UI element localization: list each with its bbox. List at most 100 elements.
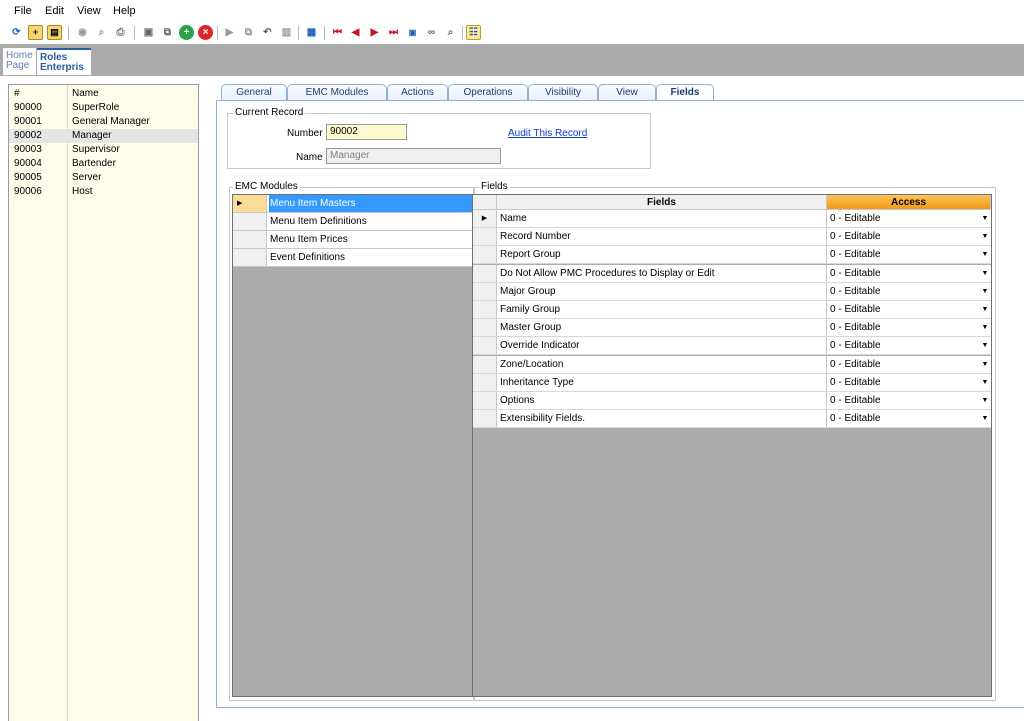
- row-header-cell[interactable]: [473, 246, 497, 264]
- delete-icon[interactable]: ×: [198, 25, 213, 40]
- print-icon[interactable]: ⎙: [113, 25, 128, 40]
- open-folder-icon[interactable]: ▤: [47, 25, 62, 40]
- field-row[interactable]: Extensibility Fields. 0 - Editable ▼: [473, 410, 991, 429]
- chevron-down-icon[interactable]: ▼: [979, 228, 991, 245]
- emc-module-row[interactable]: Menu Item Definitions: [233, 213, 472, 231]
- field-row[interactable]: ▶ Name 0 - Editable ▼: [473, 210, 991, 228]
- binoculars-icon[interactable]: ∞: [424, 25, 439, 40]
- copy-icon[interactable]: ⧉: [160, 25, 175, 40]
- export-icon[interactable]: ▦: [304, 25, 319, 40]
- last-record-icon[interactable]: ⏭: [386, 25, 401, 40]
- row-header-cell[interactable]: [473, 301, 497, 318]
- circle-icon[interactable]: ◉: [75, 25, 90, 40]
- fields-column-header[interactable]: Fields: [497, 195, 827, 210]
- row-header-cell[interactable]: ▶: [233, 195, 267, 212]
- access-select[interactable]: 0 - Editable: [830, 410, 978, 427]
- split-icon[interactable]: ▶: [222, 25, 237, 40]
- field-row[interactable]: Inheritance Type 0 - Editable ▼: [473, 373, 991, 392]
- access-select[interactable]: 0 - Editable: [830, 319, 978, 336]
- chevron-down-icon[interactable]: ▼: [979, 301, 991, 318]
- field-row[interactable]: Report Group 0 - Editable ▼: [473, 246, 991, 265]
- field-row[interactable]: Family Group 0 - Editable ▼: [473, 301, 991, 319]
- chevron-down-icon[interactable]: ▼: [979, 283, 991, 300]
- chevron-down-icon[interactable]: ▼: [979, 337, 991, 354]
- chevron-down-icon[interactable]: ▼: [979, 210, 991, 227]
- chevron-down-icon[interactable]: ▼: [979, 356, 991, 373]
- field-row[interactable]: Record Number 0 - Editable ▼: [473, 228, 991, 247]
- audit-record-link[interactable]: Audit This Record: [508, 128, 587, 139]
- emc-module-row[interactable]: ▶ Menu Item Masters: [233, 195, 472, 213]
- duplicate-icon[interactable]: ⧉: [241, 25, 256, 40]
- list-item[interactable]: 90004 Bartender: [9, 157, 198, 171]
- access-select[interactable]: 0 - Editable: [830, 265, 978, 282]
- row-header-cell[interactable]: [473, 373, 497, 391]
- access-select[interactable]: 0 - Editable: [830, 392, 978, 409]
- first-record-icon[interactable]: ⏮: [330, 25, 345, 40]
- field-row[interactable]: Master Group 0 - Editable ▼: [473, 319, 991, 338]
- access-select[interactable]: 0 - Editable: [830, 374, 978, 391]
- menu-file[interactable]: File: [14, 5, 32, 17]
- access-select[interactable]: 0 - Editable: [830, 337, 978, 354]
- previous-record-icon[interactable]: ◀: [348, 25, 363, 40]
- row-header-cell[interactable]: ▶: [473, 210, 497, 227]
- chevron-down-icon[interactable]: ▼: [979, 246, 991, 263]
- access-select[interactable]: 0 - Editable: [830, 210, 978, 227]
- row-header-cell[interactable]: [473, 228, 497, 246]
- page-tab-roles[interactable]: Roles Enterpris: [37, 48, 91, 75]
- list-item[interactable]: 90002 Manager: [9, 129, 198, 143]
- field-row[interactable]: Major Group 0 - Editable ▼: [473, 282, 991, 301]
- row-header-cell[interactable]: [473, 319, 497, 337]
- access-select[interactable]: 0 - Editable: [830, 246, 978, 263]
- emc-module-row[interactable]: Menu Item Prices: [233, 231, 472, 249]
- page-tab-home[interactable]: Home Page: [3, 48, 36, 75]
- list-item[interactable]: 90005 Server: [9, 171, 198, 185]
- row-header-cell[interactable]: [473, 392, 497, 409]
- row-header-cell[interactable]: [233, 249, 267, 266]
- next-record-icon[interactable]: ▶: [367, 25, 382, 40]
- chevron-down-icon[interactable]: ▼: [979, 265, 991, 282]
- tab-emc-modules[interactable]: EMC Modules: [287, 84, 387, 101]
- row-header-cell[interactable]: [473, 355, 497, 373]
- list-item[interactable]: 90001 General Manager: [9, 115, 198, 129]
- emc-module-row[interactable]: Event Definitions: [233, 249, 472, 267]
- chevron-down-icon[interactable]: ▼: [979, 410, 991, 427]
- tab-actions[interactable]: Actions: [387, 84, 448, 101]
- chevron-down-icon[interactable]: ▼: [979, 319, 991, 336]
- tab-visibility[interactable]: Visibility: [528, 84, 598, 101]
- tab-operations[interactable]: Operations: [448, 84, 528, 101]
- list-item[interactable]: 90003 Supervisor: [9, 143, 198, 157]
- field-row[interactable]: Zone/Location 0 - Editable ▼: [473, 355, 991, 374]
- name-field[interactable]: Manager: [326, 148, 501, 164]
- search-doc-icon[interactable]: ⌕: [94, 25, 109, 40]
- row-header-cell[interactable]: [473, 282, 497, 300]
- tab-view[interactable]: View: [598, 84, 656, 101]
- find-icon[interactable]: ⌕: [443, 25, 458, 40]
- goto-record-icon[interactable]: ▣: [405, 25, 420, 40]
- undo-icon[interactable]: ↶: [260, 25, 275, 40]
- access-select[interactable]: 0 - Editable: [830, 356, 978, 373]
- row-header-cell[interactable]: [473, 410, 497, 428]
- paste-icon[interactable]: ▥: [279, 25, 294, 40]
- menu-help[interactable]: Help: [113, 5, 136, 17]
- add-icon[interactable]: +: [179, 25, 194, 40]
- new-folder-icon[interactable]: +: [28, 25, 43, 40]
- refresh-icon[interactable]: ⟳: [9, 25, 24, 40]
- list-item[interactable]: 90000 SuperRole: [9, 101, 198, 115]
- chevron-down-icon[interactable]: ▼: [979, 392, 991, 409]
- table-view-icon[interactable]: ☷: [466, 25, 481, 40]
- row-header-cell[interactable]: [473, 264, 497, 282]
- menu-edit[interactable]: Edit: [45, 5, 64, 17]
- access-select[interactable]: 0 - Editable: [830, 301, 978, 318]
- menu-view[interactable]: View: [77, 5, 101, 17]
- field-row[interactable]: Override Indicator 0 - Editable ▼: [473, 337, 991, 356]
- number-field[interactable]: 90002: [326, 124, 407, 140]
- row-header-cell[interactable]: [233, 213, 267, 230]
- access-select[interactable]: 0 - Editable: [830, 228, 978, 245]
- row-header-cell[interactable]: [233, 231, 267, 248]
- row-header-cell[interactable]: [473, 337, 497, 355]
- list-item[interactable]: 90006 Host: [9, 185, 198, 199]
- field-row[interactable]: Do Not Allow PMC Procedures to Display o…: [473, 264, 991, 283]
- tab-general[interactable]: General: [221, 84, 287, 101]
- access-column-header[interactable]: Access: [827, 195, 991, 210]
- access-select[interactable]: 0 - Editable: [830, 283, 978, 300]
